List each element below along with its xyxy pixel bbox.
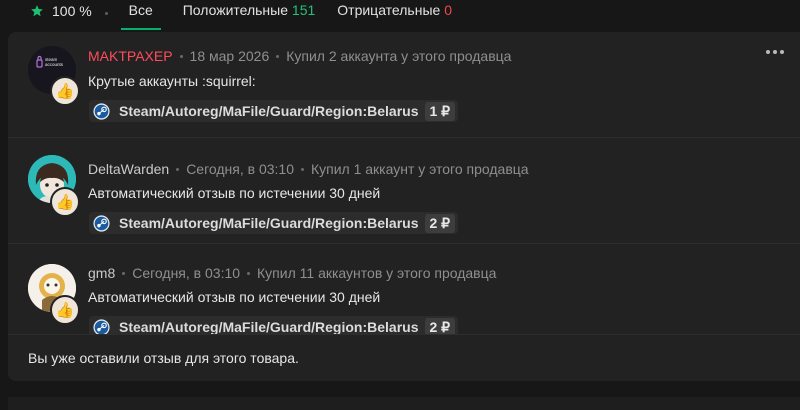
product-tag[interactable]: Steam/Autoreg/MaFile/Guard/Region:Belaru… (89, 100, 459, 122)
tab-label: Все (128, 2, 153, 18)
review-text: Автоматический отзыв по истечении 30 дне… (88, 185, 381, 201)
product-tag[interactable]: Steam/Autoreg/MaFile/Guard/Region:Belaru… (89, 212, 459, 234)
review-date: Сегодня, в 03:10 (132, 265, 241, 281)
more-options-icon[interactable] (766, 50, 784, 54)
star-icon (31, 5, 43, 17)
steam-icon (93, 102, 110, 120)
tab-all[interactable]: Все (120, 0, 161, 30)
thumbs-up-icon: 👍 (50, 295, 80, 325)
review-meta: MAKTPAXEP 18 мар 2026 Купил 2 аккаунта у… (88, 48, 511, 64)
next-section-edge (8, 397, 800, 410)
tab-positive[interactable]: Положительные 151 (183, 0, 316, 30)
review-date: Сегодня, в 03:10 (186, 161, 294, 177)
review-item: 👍 DeltaWarden Сегодня, в 03:10 Купил 1 а… (8, 138, 800, 243)
tab-count: 151 (291, 2, 316, 18)
review-text: Автоматический отзыв по истечении 30 дне… (88, 289, 381, 305)
price-badge: 1 ₽ (424, 101, 456, 121)
reviewer-name[interactable]: DeltaWarden (88, 161, 169, 177)
reviewer-name[interactable]: MAKTPAXEP (88, 48, 173, 64)
purchase-info: Купил 2 аккаунта у этого продавца (286, 48, 512, 64)
steam-icon (93, 318, 110, 336)
price-badge: 2 ₽ (424, 213, 456, 233)
thumbs-up-icon: 👍 (50, 76, 80, 106)
reviews-panel: steam accounts 👍 MAKTPAXEP 18 мар 2026 К… (8, 32, 800, 381)
tab-count: 0 (444, 2, 452, 18)
rating-percent: 100 % (52, 3, 92, 19)
reviewer-name[interactable]: gm8 (88, 265, 115, 281)
separator-dot (300, 167, 304, 171)
review-meta: gm8 Сегодня, в 03:10 Купил 11 аккаунтов … (88, 265, 496, 281)
rating-summary: 100 % (30, 0, 92, 22)
purchase-info: Купил 11 аккаунтов у этого продавца (257, 265, 497, 281)
avatar-text-line: accounts (45, 62, 64, 67)
tab-negative[interactable]: Отрицательные 0 (337, 0, 452, 30)
thumbs-up-icon: 👍 (50, 187, 80, 217)
purchase-info: Купил 1 аккаунт у этого продавца (310, 161, 529, 177)
review-item: steam accounts 👍 MAKTPAXEP 18 мар 2026 К… (8, 32, 800, 138)
review-item: 👍 gm8 Сегодня, в 03:10 Купил 11 аккаунто… (8, 244, 800, 338)
tab-label: Положительные (182, 2, 289, 18)
product-name: Steam/Autoreg/MaFile/Guard/Region:Belaru… (119, 319, 419, 335)
review-text: Крутые аккаунты :squirrel: (88, 73, 256, 89)
product-name: Steam/Autoreg/MaFile/Guard/Region:Belaru… (119, 103, 419, 119)
product-name: Steam/Autoreg/MaFile/Guard/Region:Belaru… (119, 215, 419, 231)
review-meta: DeltaWarden Сегодня, в 03:10 Купил 1 акк… (88, 161, 529, 177)
separator-dot (176, 167, 180, 171)
reviews-header: 100 % Все Положительные 151 Отрицательны… (0, 0, 800, 32)
separator-dot (247, 271, 251, 275)
steam-icon (93, 214, 110, 232)
separator-dot (276, 54, 280, 58)
review-notice: Вы уже оставили отзыв для этого товара. (8, 334, 800, 381)
separator-dot (179, 54, 183, 58)
already-reviewed-text: Вы уже оставили отзыв для этого товара. (28, 350, 299, 366)
tab-label: Отрицательные (337, 2, 441, 18)
separator-dot (104, 11, 108, 15)
review-date: 18 мар 2026 (189, 48, 270, 64)
separator-dot (122, 271, 126, 275)
